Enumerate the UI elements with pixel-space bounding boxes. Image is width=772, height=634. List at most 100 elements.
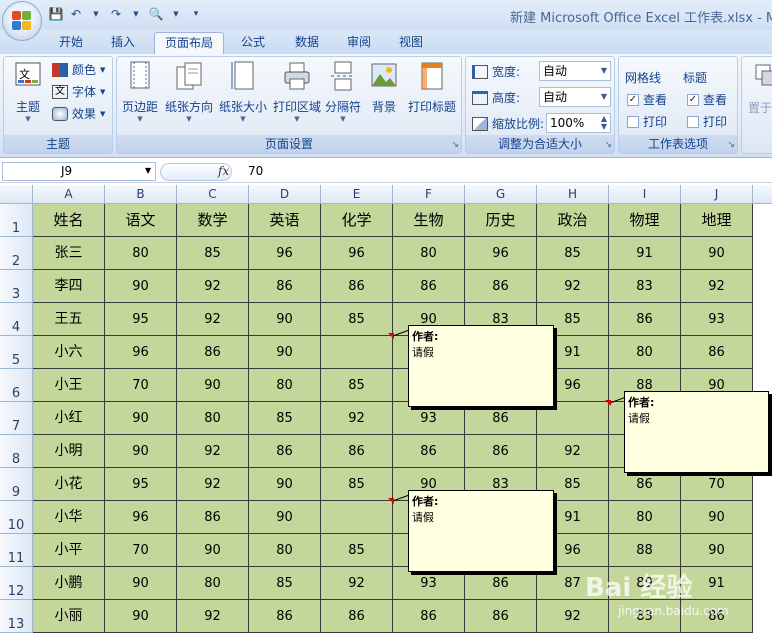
- column-header-f[interactable]: F: [393, 185, 465, 204]
- dropdown-icon[interactable]: ▼: [128, 6, 144, 22]
- table-cell[interactable]: 小鹏: [33, 567, 105, 600]
- table-cell[interactable]: 92: [177, 468, 249, 501]
- column-header-g[interactable]: G: [465, 185, 537, 204]
- table-cell[interactable]: 80: [609, 336, 681, 369]
- table-cell[interactable]: 86: [393, 435, 465, 468]
- table-cell[interactable]: 70: [105, 369, 177, 402]
- table-cell[interactable]: 86: [465, 435, 537, 468]
- headings-print-checkbox[interactable]: 打印: [687, 113, 727, 130]
- table-cell[interactable]: 80: [177, 567, 249, 600]
- table-cell[interactable]: 86: [393, 270, 465, 303]
- column-header-d[interactable]: D: [249, 185, 321, 204]
- row-header[interactable]: 1: [0, 204, 33, 237]
- table-cell[interactable]: 95: [105, 303, 177, 336]
- table-cell[interactable]: 80: [249, 534, 321, 567]
- table-header-cell[interactable]: 地理: [681, 204, 753, 237]
- table-cell[interactable]: 92: [537, 600, 609, 633]
- scale-launcher-icon[interactable]: ↘: [604, 140, 612, 150]
- table-cell[interactable]: 小明: [33, 435, 105, 468]
- page-setup-launcher-icon[interactable]: ↘: [451, 140, 459, 150]
- tab-formulas[interactable]: 公式: [232, 32, 274, 54]
- table-cell[interactable]: 85: [537, 237, 609, 270]
- row-header[interactable]: 5: [0, 336, 33, 369]
- row-header[interactable]: 2: [0, 237, 33, 270]
- office-button[interactable]: [2, 1, 42, 41]
- table-cell[interactable]: 70: [105, 534, 177, 567]
- table-cell[interactable]: 86: [177, 336, 249, 369]
- background-button[interactable]: 背景: [367, 61, 401, 115]
- table-cell[interactable]: 91: [609, 237, 681, 270]
- redo-icon[interactable]: ↷: [108, 6, 124, 22]
- table-cell[interactable]: 90: [249, 303, 321, 336]
- table-cell[interactable]: 90: [249, 468, 321, 501]
- row-header[interactable]: 4: [0, 303, 33, 336]
- empty-cell[interactable]: [753, 600, 772, 633]
- gridlines-view-checkbox[interactable]: ✓ 查看: [627, 91, 667, 108]
- chevron-down-icon[interactable]: ▼: [145, 166, 151, 175]
- table-header-cell[interactable]: 历史: [465, 204, 537, 237]
- table-cell[interactable]: 96: [249, 237, 321, 270]
- table-cell[interactable]: 86: [249, 435, 321, 468]
- table-cell[interactable]: 小六: [33, 336, 105, 369]
- row-header[interactable]: 3: [0, 270, 33, 303]
- table-cell[interactable]: 张三: [33, 237, 105, 270]
- table-cell[interactable]: 86: [465, 600, 537, 633]
- table-cell[interactable]: 90: [105, 270, 177, 303]
- gridlines-print-checkbox[interactable]: 打印: [627, 113, 667, 130]
- row-header[interactable]: 8: [0, 435, 33, 468]
- colors-button[interactable]: 颜色 ▼: [52, 61, 105, 78]
- table-cell[interactable]: 85: [249, 567, 321, 600]
- table-header-cell[interactable]: 语文: [105, 204, 177, 237]
- table-cell[interactable]: 80: [177, 402, 249, 435]
- tab-review[interactable]: 审阅: [338, 32, 380, 54]
- comment-indicator-icon[interactable]: [605, 400, 611, 406]
- row-header[interactable]: 10: [0, 501, 33, 534]
- table-cell[interactable]: 86: [681, 336, 753, 369]
- table-cell[interactable]: 85: [177, 237, 249, 270]
- table-cell[interactable]: 李四: [33, 270, 105, 303]
- bring-forward-button[interactable]: 置于: [748, 99, 772, 116]
- table-header-cell[interactable]: 物理: [609, 204, 681, 237]
- table-header-cell[interactable]: 生物: [393, 204, 465, 237]
- table-cell[interactable]: 92: [177, 270, 249, 303]
- save-icon[interactable]: 💾: [48, 6, 64, 22]
- column-header-k[interactable]: [753, 185, 772, 204]
- table-cell[interactable]: 86: [177, 501, 249, 534]
- table-cell[interactable]: 小平: [33, 534, 105, 567]
- table-cell[interactable]: 85: [321, 369, 393, 402]
- table-cell[interactable]: 小华: [33, 501, 105, 534]
- table-cell[interactable]: 90: [681, 237, 753, 270]
- table-cell[interactable]: 小红: [33, 402, 105, 435]
- tab-insert[interactable]: 插入: [102, 32, 144, 54]
- table-header-cell[interactable]: 政治: [537, 204, 609, 237]
- table-cell[interactable]: 86: [465, 270, 537, 303]
- table-header-cell[interactable]: 数学: [177, 204, 249, 237]
- table-cell[interactable]: 93: [681, 303, 753, 336]
- table-header-cell[interactable]: 英语: [249, 204, 321, 237]
- table-cell[interactable]: [321, 336, 393, 369]
- sheet-options-launcher-icon[interactable]: ↘: [727, 140, 735, 150]
- table-cell[interactable]: 小花: [33, 468, 105, 501]
- row-header[interactable]: 9: [0, 468, 33, 501]
- row-header[interactable]: 11: [0, 534, 33, 567]
- column-header-h[interactable]: H: [537, 185, 609, 204]
- tab-page-layout[interactable]: 页面布局: [154, 32, 224, 54]
- comment-box[interactable]: 作者: 请假: [408, 325, 554, 407]
- comment-box[interactable]: 作者: 请假: [624, 391, 769, 473]
- table-cell[interactable]: 80: [609, 501, 681, 534]
- empty-cell[interactable]: [753, 534, 772, 567]
- column-header-a[interactable]: A: [33, 185, 105, 204]
- table-cell[interactable]: 90: [105, 402, 177, 435]
- table-cell[interactable]: 85: [321, 468, 393, 501]
- table-cell[interactable]: 96: [321, 237, 393, 270]
- undo-icon[interactable]: ↶: [68, 6, 84, 22]
- scale-spinner[interactable]: 100% ▲ ▼: [546, 113, 611, 133]
- table-cell[interactable]: 80: [105, 237, 177, 270]
- effects-button[interactable]: 效果 ▼: [52, 105, 105, 122]
- empty-cell[interactable]: [753, 567, 772, 600]
- table-cell[interactable]: 92: [537, 435, 609, 468]
- empty-cell[interactable]: [753, 204, 772, 237]
- table-cell[interactable]: 92: [321, 402, 393, 435]
- table-cell[interactable]: 86: [249, 270, 321, 303]
- tab-home[interactable]: 开始: [50, 32, 92, 54]
